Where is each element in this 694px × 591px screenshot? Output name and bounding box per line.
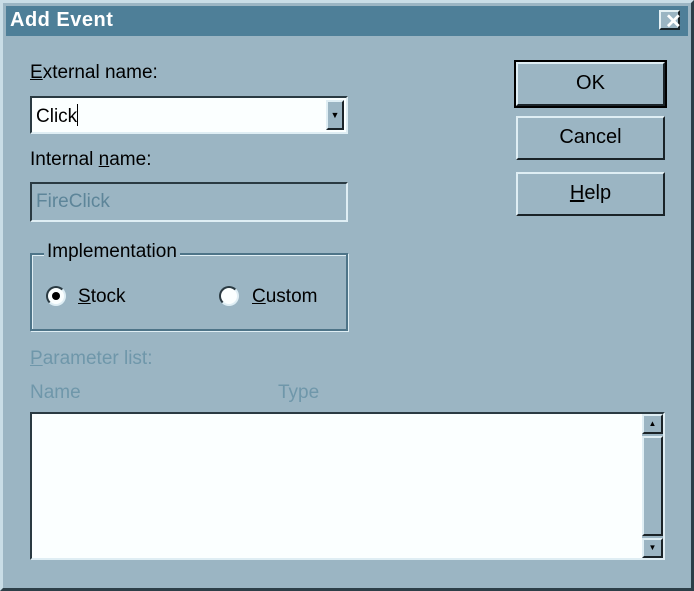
ok-button[interactable]: OK (514, 60, 667, 108)
title-bar[interactable]: Add Event ✕ (6, 6, 688, 36)
stock-label[interactable]: Stock (78, 286, 126, 308)
custom-label[interactable]: Custom (252, 286, 317, 308)
external-name-value[interactable]: Click (36, 106, 77, 127)
parameter-list-label: Parameter list: (30, 348, 153, 369)
custom-radio[interactable] (219, 286, 239, 306)
window-title: Add Event (10, 9, 114, 31)
help-button[interactable]: Help (516, 172, 665, 216)
scroll-down-button[interactable]: ▼ (642, 538, 663, 558)
dropdown-button[interactable]: ▼ (326, 100, 344, 130)
implementation-legend: Implementation (44, 241, 180, 263)
scroll-thumb[interactable] (642, 436, 663, 536)
arrow-up-icon: ▲ (648, 419, 657, 428)
external-name-combobox[interactable]: Click ▼ (30, 96, 348, 134)
stock-radio[interactable] (46, 286, 66, 306)
close-icon: ✕ (665, 11, 683, 33)
external-name-label: External name: (30, 62, 158, 83)
cancel-button[interactable]: Cancel (516, 116, 665, 160)
column-header-name: Name (30, 382, 81, 403)
arrow-down-icon: ▼ (648, 543, 657, 552)
internal-name-label: Internal name: (30, 149, 152, 170)
close-button[interactable]: ✕ (659, 10, 683, 33)
vertical-scrollbar[interactable]: ▲ ▼ (642, 414, 663, 558)
scroll-up-button[interactable]: ▲ (642, 414, 663, 434)
parameter-list[interactable]: ▲ ▼ (30, 412, 665, 560)
column-header-type: Type (278, 382, 320, 403)
internal-name-field: FireClick (30, 182, 348, 222)
chevron-down-icon: ▼ (330, 110, 340, 120)
